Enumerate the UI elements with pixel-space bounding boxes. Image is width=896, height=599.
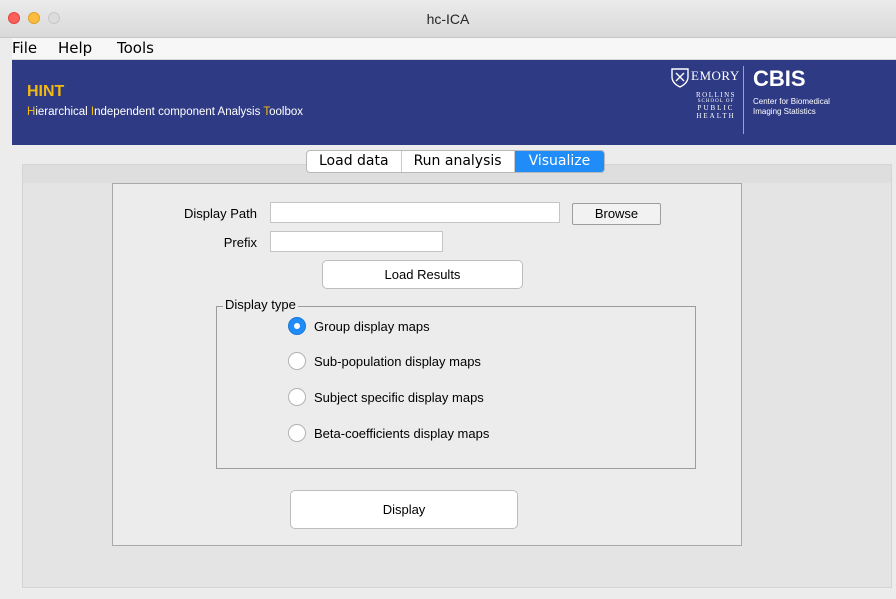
tab-visualize[interactable]: Visualize bbox=[514, 151, 605, 172]
display-path-label: Display Path bbox=[184, 206, 257, 221]
app-subtitle: Hierarchical Independent component Analy… bbox=[27, 106, 303, 118]
rollins-logo: ROLLINS SCHOOL OF PUBLIC HEALTH bbox=[692, 91, 740, 120]
radio-button-selected[interactable] bbox=[288, 317, 306, 335]
menu-bar: File Help Tools bbox=[12, 38, 896, 60]
logo-divider bbox=[743, 66, 744, 134]
emory-logo-text: EMORY bbox=[691, 68, 740, 83]
emory-shield-icon bbox=[671, 68, 689, 88]
tab-run-analysis[interactable]: Run analysis bbox=[402, 151, 515, 172]
cbis-logo-text: CBIS bbox=[753, 66, 806, 91]
header-banner: HINT Hierarchical Independent component … bbox=[12, 60, 896, 145]
radio-subject-specific-display-maps[interactable]: Subject specific display maps bbox=[288, 387, 484, 407]
cbis-subtitle: Center for Biomedical Imaging Statistics bbox=[753, 97, 830, 117]
radio-label-beta-coefficients: Beta-coefficients display maps bbox=[314, 425, 490, 441]
title-bar: hc-ICA bbox=[0, 0, 896, 38]
display-path-input[interactable] bbox=[270, 202, 560, 223]
display-type-title: Display type bbox=[223, 297, 298, 312]
rollins-line-3: PUBLIC bbox=[697, 104, 735, 112]
window-title: hc-ICA bbox=[426, 11, 470, 27]
radio-dot-icon bbox=[294, 323, 300, 329]
menu-tools[interactable]: Tools bbox=[117, 39, 154, 57]
radio-sub-population-display-maps[interactable]: Sub-population display maps bbox=[288, 351, 481, 371]
app-name: HINT bbox=[27, 83, 65, 100]
tab-load-data[interactable]: Load data bbox=[307, 151, 402, 172]
rollins-line-4: HEALTH bbox=[696, 112, 736, 120]
menu-help[interactable]: Help bbox=[58, 39, 92, 57]
prefix-label: Prefix bbox=[223, 235, 257, 250]
cbis-sub-line-1: Center for Biomedical bbox=[753, 97, 830, 106]
radio-button[interactable] bbox=[288, 424, 306, 442]
tab-bar: Load data Run analysis Visualize bbox=[306, 150, 606, 173]
browse-button[interactable]: Browse bbox=[572, 203, 661, 225]
subtitle-part-2: ndependent component Analysis bbox=[94, 106, 264, 118]
radio-button[interactable] bbox=[288, 388, 306, 406]
radio-label-subject-specific: Subject specific display maps bbox=[314, 389, 484, 405]
radio-group-display-maps[interactable]: Group display maps bbox=[288, 316, 430, 336]
radio-beta-coefficients-display-maps[interactable]: Beta-coefficients display maps bbox=[288, 423, 489, 443]
rollins-line-1: ROLLINS bbox=[695, 91, 737, 99]
radio-label-group: Group display maps bbox=[314, 318, 430, 334]
radio-label-sub-population: Sub-population display maps bbox=[314, 353, 481, 369]
prefix-input[interactable] bbox=[270, 231, 443, 252]
subtitle-part-3: oolbox bbox=[269, 106, 303, 118]
load-results-button[interactable]: Load Results bbox=[322, 260, 523, 289]
display-button[interactable]: Display bbox=[290, 490, 518, 529]
subtitle-part-1: ierarchical bbox=[35, 106, 91, 118]
cbis-sub-line-2: Imaging Statistics bbox=[753, 107, 816, 116]
radio-button[interactable] bbox=[288, 352, 306, 370]
menu-file[interactable]: File bbox=[12, 39, 37, 57]
